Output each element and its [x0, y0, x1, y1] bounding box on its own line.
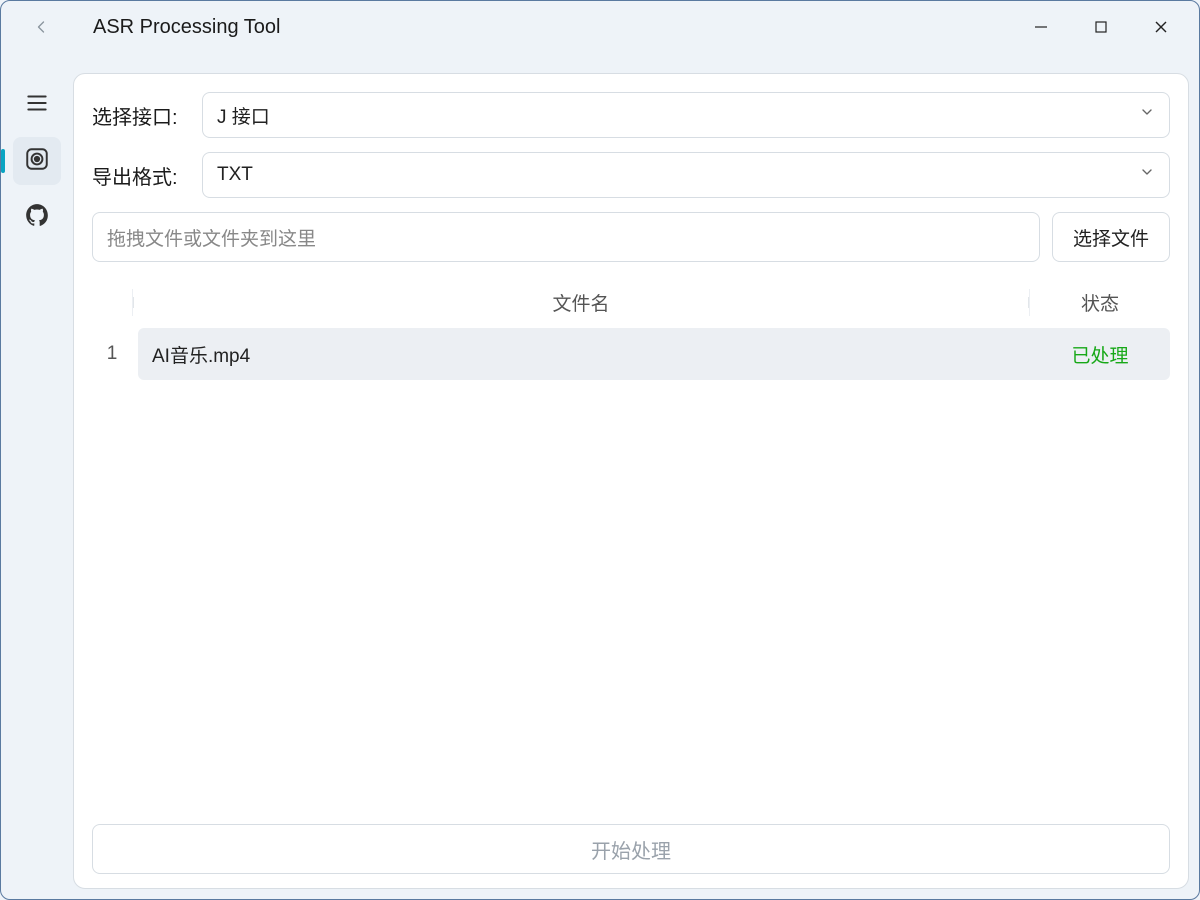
chevron-down-icon — [1139, 164, 1155, 186]
sidebar-item-menu[interactable] — [13, 81, 61, 129]
file-input-row: 拖拽文件或文件夹到这里 选择文件 — [92, 212, 1170, 262]
choose-file-button[interactable]: 选择文件 — [1052, 212, 1170, 262]
record-icon — [24, 146, 50, 177]
table-body: 1 AI音乐.mp4 已处理 — [92, 328, 1170, 814]
export-select-value: TXT — [217, 164, 253, 186]
api-select[interactable]: J 接口 — [202, 92, 1170, 138]
start-processing-button[interactable]: 开始处理 — [92, 824, 1170, 874]
hamburger-icon — [24, 90, 50, 121]
title-bar: ASR Processing Tool — [1, 1, 1199, 53]
row-status: 已处理 — [1030, 341, 1170, 368]
sidebar-item-github[interactable] — [13, 193, 61, 241]
row-filename: AI音乐.mp4 — [138, 341, 1030, 368]
close-button[interactable] — [1131, 7, 1191, 47]
file-drop-placeholder: 拖拽文件或文件夹到这里 — [107, 224, 316, 251]
api-select-value: J 接口 — [217, 102, 270, 129]
row-index: 1 — [92, 328, 132, 380]
export-select[interactable]: TXT — [202, 152, 1170, 198]
api-label: 选择接口: — [92, 101, 202, 130]
maximize-button[interactable] — [1071, 7, 1131, 47]
file-drop-area[interactable]: 拖拽文件或文件夹到这里 — [92, 212, 1040, 262]
back-button[interactable] — [21, 7, 61, 47]
export-row: 导出格式: TXT — [92, 152, 1170, 198]
sidebar — [1, 53, 73, 899]
file-table: 文件名 状态 1 AI音乐.mp4 已处理 — [92, 276, 1170, 814]
sidebar-item-record[interactable] — [13, 137, 61, 185]
start-button-label: 开始处理 — [591, 835, 671, 864]
window-title: ASR Processing Tool — [93, 16, 281, 39]
api-row: 选择接口: J 接口 — [92, 92, 1170, 138]
main-panel: 选择接口: J 接口 导出格式: TXT 拖拽文件或文件夹到这里 — [73, 73, 1189, 889]
export-label: 导出格式: — [92, 161, 202, 190]
column-header-status: 状态 — [1030, 289, 1170, 316]
table-row[interactable]: 1 AI音乐.mp4 已处理 — [92, 328, 1170, 380]
github-icon — [24, 202, 50, 233]
column-header-filename: 文件名 — [132, 289, 1030, 316]
choose-file-label: 选择文件 — [1073, 224, 1149, 251]
minimize-button[interactable] — [1011, 7, 1071, 47]
table-header: 文件名 状态 — [92, 276, 1170, 328]
chevron-down-icon — [1139, 104, 1155, 126]
